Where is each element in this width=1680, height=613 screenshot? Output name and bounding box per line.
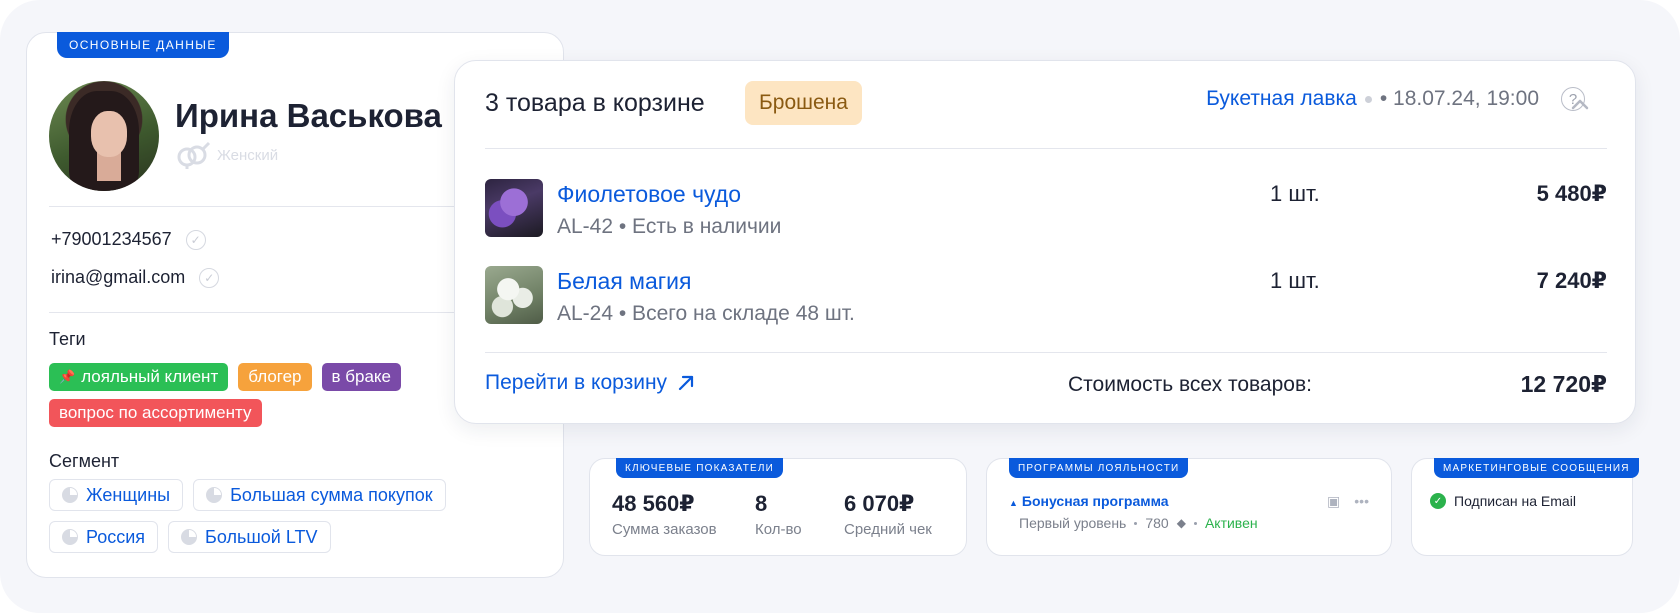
loyalty-program-link[interactable]: ▲ Бонусная программа: [1009, 493, 1169, 509]
avatar: [49, 81, 159, 191]
product-name-link[interactable]: Фиолетовое чудо: [557, 181, 741, 208]
email-value[interactable]: irina@gmail.com: [51, 267, 185, 288]
segment-icon: [62, 529, 78, 545]
product-quantity: 1 шт.: [1270, 181, 1320, 206]
kpi-ribbon: Ключевые показатели: [616, 458, 784, 478]
product-price: 5 480₽: [1536, 181, 1607, 206]
more-icon[interactable]: •••: [1354, 493, 1369, 510]
total-value: 12 720₽: [1520, 371, 1607, 397]
segments-row: Россия Большой LTV: [49, 521, 331, 553]
tags-title: Теги: [49, 329, 86, 349]
phone-row: +79001234567 ✓: [51, 229, 206, 250]
cart-datetime: • 18.07.24, 19:00: [1379, 87, 1539, 110]
cart-item: Фиолетовое чудо AL-42 • Есть в наличии 1…: [485, 179, 1607, 239]
segments-title: Сегмент: [49, 451, 120, 471]
kpi-orders-sum: 48 560₽ Сумма заказов: [612, 491, 717, 538]
segment-icon: [62, 487, 78, 503]
email-subscription: ✓ Подписан на Email: [1430, 493, 1576, 509]
segment-big-purchase[interactable]: Большая сумма покупок: [193, 479, 446, 511]
separator-dot: [1364, 95, 1372, 103]
product-thumbnail[interactable]: [485, 179, 543, 237]
loyalty-ribbon: Программы лояльности: [1009, 458, 1189, 478]
cart-title: 3 товара в корзине: [485, 89, 705, 117]
kpi-card: Ключевые показатели 48 560₽ Сумма заказо…: [589, 458, 967, 556]
status-badge: Брошена: [745, 81, 862, 125]
check-icon: ✓: [199, 267, 220, 288]
separator-dot: [1193, 521, 1197, 525]
caret-up-icon: ▲: [1009, 498, 1018, 508]
customer-name: Ирина Васькова: [175, 97, 442, 134]
tag-married[interactable]: в браке: [321, 363, 401, 391]
loyalty-details: Первый уровень 780 ◆ Активен: [1019, 515, 1258, 531]
loyalty-status: Активен: [1204, 515, 1258, 531]
tag-blogger[interactable]: блогер: [238, 363, 312, 391]
marketing-card: Маркетинговые сообщения ✓ Подписан на Em…: [1411, 458, 1639, 556]
diamond-icon: ◆: [1176, 516, 1186, 530]
page-background: Основные данные Ирина Васькова Женский +…: [0, 0, 1680, 613]
marketing-ribbon: Маркетинговые сообщения: [1434, 458, 1639, 478]
product-sku: AL-24 • Всего на складе 48 шт.: [557, 302, 855, 325]
segment-women[interactable]: Женщины: [49, 479, 184, 511]
cart-item: Белая магия AL-24 • Всего на складе 48 ш…: [485, 266, 1607, 326]
product-price: 7 240₽: [1536, 268, 1607, 293]
tag-loyal-client[interactable]: 📌 лояльный клиент: [49, 363, 229, 391]
check-circle-icon: ✓: [1430, 493, 1446, 509]
segment-icon: [181, 529, 198, 545]
abandoned-cart-card: 3 товара в корзине Брошена Букетная лавк…: [454, 60, 1636, 424]
segments-row: Женщины Большая сумма покупок: [49, 479, 446, 511]
segment-icon: [206, 487, 223, 503]
go-to-cart-link[interactable]: Перейти в корзину: [485, 371, 695, 395]
product-thumbnail[interactable]: [485, 266, 543, 324]
email-row: irina@gmail.com ✓: [51, 267, 220, 288]
segment-russia[interactable]: Россия: [49, 521, 159, 553]
product-sku: AL-42 • Есть в наличии: [557, 215, 782, 238]
gender-icon: [177, 141, 211, 169]
tag-assortment-question[interactable]: вопрос по ассортименту: [49, 399, 262, 427]
loyalty-actions: ▣ •••: [1327, 493, 1369, 510]
product-name-link[interactable]: Белая магия: [557, 268, 691, 295]
divider: [485, 148, 1607, 149]
shop-link[interactable]: Букетная лавка: [1206, 87, 1357, 111]
loyalty-card: Программы лояльности ▲ Бонусная программа…: [986, 458, 1392, 556]
gender-label: Женский: [217, 146, 279, 164]
profile-ribbon: Основные данные: [57, 32, 229, 58]
phone-value[interactable]: +79001234567: [51, 229, 172, 250]
arrow-up-right-icon: [678, 375, 694, 391]
chevron-up-icon[interactable]: [1571, 95, 1589, 113]
total-label: Стоимость всех товаров:: [1068, 373, 1312, 396]
separator-dot: [1134, 521, 1138, 525]
kpi-orders-count: 8 Кол-во: [755, 491, 802, 538]
kpi-average-check: 6 070₽ Средний чек: [844, 491, 932, 538]
segment-big-ltv[interactable]: Большой LTV: [168, 521, 331, 553]
cart-meta: Букетная лавка • 18.07.24, 19:00 ?: [1206, 87, 1585, 111]
check-icon: ✓: [185, 229, 206, 250]
contact-card-icon[interactable]: ▣: [1327, 493, 1340, 510]
tags-row: 📌 лояльный клиент блогер в браке: [49, 363, 401, 391]
tags-row: вопрос по ассортименту: [49, 399, 262, 427]
pin-icon: 📌: [59, 369, 76, 384]
divider: [485, 352, 1607, 353]
gender-field: Женский: [175, 141, 278, 169]
product-quantity: 1 шт.: [1270, 268, 1320, 293]
